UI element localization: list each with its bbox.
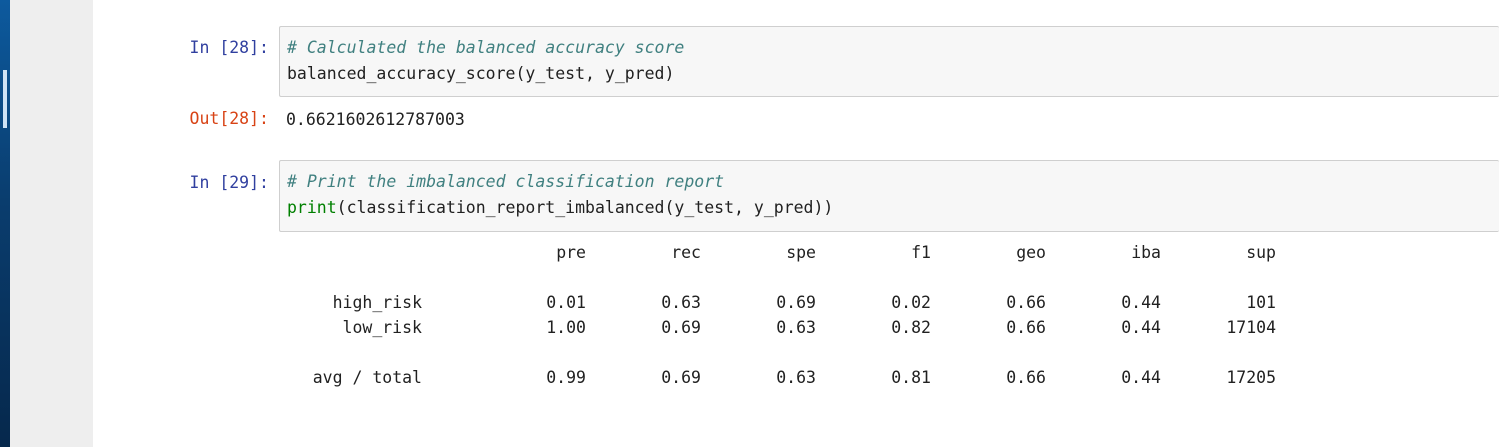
notebook-panel: In [28]: # Calculated the balanced accur… <box>93 0 1499 447</box>
report-total-cell: 0.66 <box>1006 368 1046 387</box>
report-total-cell: 0.99 <box>546 368 586 387</box>
code-builtin: print <box>287 198 337 217</box>
report-cell: 0.69 <box>661 318 701 337</box>
window-edge-marker <box>3 70 7 128</box>
report-cell: 101 <box>1246 293 1276 312</box>
code-editor[interactable]: # Calculated the balanced accuracy score… <box>279 26 1499 97</box>
report-header: geo <box>1016 243 1046 262</box>
code-line: # Print the imbalanced classification re… <box>287 169 1499 195</box>
report-header: f1 <box>911 243 931 262</box>
report-cell: 17104 <box>1226 318 1276 337</box>
report-cell: 0.02 <box>891 293 931 312</box>
output-value: 0.6621602612787003 <box>286 110 465 129</box>
report-total-cell: 0.44 <box>1121 368 1161 387</box>
input-prompt: In [29]: <box>189 173 269 192</box>
code-cell-28[interactable]: In [28]: # Calculated the balanced accur… <box>93 26 1499 98</box>
code-comment: # Print the imbalanced classification re… <box>287 172 725 191</box>
output-cell-28: Out[28]: 0.6621602612787003 <box>93 106 1499 136</box>
report-cell: 0.63 <box>661 293 701 312</box>
report-header: pre <box>556 243 586 262</box>
report-total-label: avg / total <box>312 368 422 387</box>
report-total-cell: 0.63 <box>776 368 816 387</box>
report-cell: 0.69 <box>776 293 816 312</box>
code-comment: # Calculated the balanced accuracy score <box>287 38 685 57</box>
classification-report: pre rec spe f1 geo iba sup high_risk 0.0… <box>279 240 1279 400</box>
desktop-edge-strip <box>0 0 10 447</box>
report-cell: 0.82 <box>891 318 931 337</box>
report-header: rec <box>671 243 701 262</box>
code-line: print(classification_report_imbalanced(y… <box>287 195 1499 221</box>
report-cell: 1.00 <box>546 318 586 337</box>
report-total-cell: 0.69 <box>661 368 701 387</box>
report-header: sup <box>1246 243 1276 262</box>
report-header: spe <box>786 243 816 262</box>
report-cell: 0.44 <box>1121 318 1161 337</box>
code-line: balanced_accuracy_score(y_test, y_pred) <box>287 64 675 83</box>
report-total-cell: 17205 <box>1226 368 1276 387</box>
code-args: (classification_report_imbalanced(y_test… <box>336 198 834 217</box>
code-cell-29[interactable]: In [29]: # Print the imbalanced classifi… <box>93 160 1499 445</box>
code-editor[interactable]: # Print the imbalanced classification re… <box>279 160 1499 232</box>
report-cell: 0.66 <box>1006 318 1046 337</box>
report-header: iba <box>1131 243 1161 262</box>
output-prompt: Out[28]: <box>189 109 269 128</box>
report-row-label: low_risk <box>342 318 422 337</box>
report-cell: 0.66 <box>1006 293 1046 312</box>
report-total-cell: 0.81 <box>891 368 931 387</box>
report-cell: 0.63 <box>776 318 816 337</box>
report-cell: 0.44 <box>1121 293 1161 312</box>
report-cell: 0.01 <box>546 293 586 312</box>
input-prompt: In [28]: <box>189 38 269 57</box>
report-row-label: high_risk <box>332 293 422 312</box>
code-line: # Calculated the balanced accuracy score <box>287 35 1499 61</box>
